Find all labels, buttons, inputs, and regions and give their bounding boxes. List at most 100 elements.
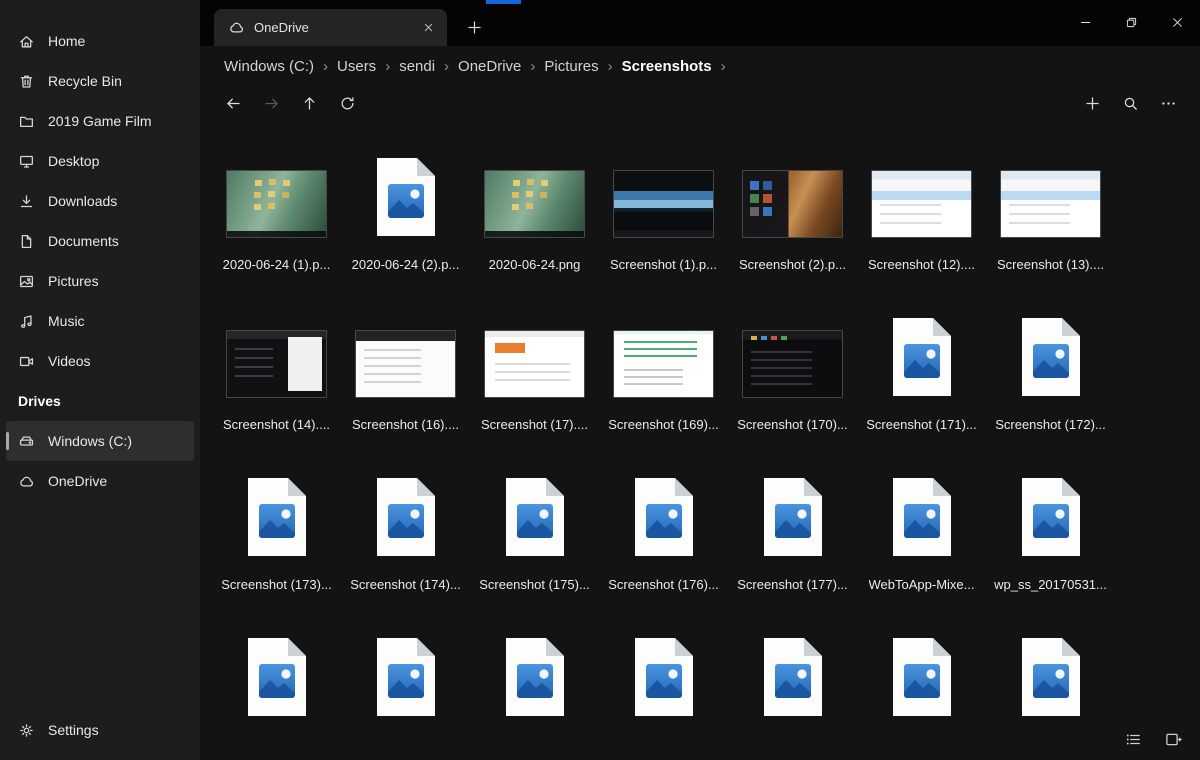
- image-file-icon: [763, 478, 822, 556]
- file-item[interactable]: Screenshot (176)...: [599, 470, 728, 630]
- file-item[interactable]: 2020-06-24.png: [470, 150, 599, 310]
- file-thumbnail-area: [1019, 470, 1083, 558]
- picture-icon: [18, 273, 35, 290]
- file-item[interactable]: 2020-06-24 (2).p...: [341, 150, 470, 310]
- add-button[interactable]: [1078, 89, 1106, 117]
- file-item[interactable]: [599, 630, 728, 760]
- file-name: Screenshot (14)....: [223, 417, 330, 432]
- sidebar-item-windows-c[interactable]: Windows (C:): [6, 421, 194, 461]
- up-button[interactable]: [295, 89, 323, 117]
- file-item[interactable]: Screenshot (174)...: [341, 470, 470, 630]
- sidebar-item-downloads[interactable]: Downloads: [6, 181, 194, 221]
- file-name: 2020-06-24 (2).p...: [351, 257, 460, 272]
- file-item[interactable]: Screenshot (13)....: [986, 150, 1115, 310]
- file-item[interactable]: Screenshot (1).p...: [599, 150, 728, 310]
- file-item[interactable]: WebToApp-Mixe...: [857, 470, 986, 630]
- sidebar-item-desktop[interactable]: Desktop: [6, 141, 194, 181]
- file-thumbnail-area: [355, 310, 456, 398]
- file-item[interactable]: Screenshot (17)....: [470, 310, 599, 470]
- minimize-button[interactable]: [1062, 0, 1108, 44]
- file-item[interactable]: Screenshot (16)....: [341, 310, 470, 470]
- file-item[interactable]: 2020-06-24 (1).p...: [212, 150, 341, 310]
- file-name: Screenshot (1).p...: [610, 257, 717, 272]
- file-item[interactable]: Screenshot (177)...: [728, 470, 857, 630]
- file-item[interactable]: [728, 630, 857, 760]
- file-thumbnail-area: [632, 630, 696, 718]
- file-item[interactable]: Screenshot (12)....: [857, 150, 986, 310]
- forward-button[interactable]: [257, 89, 285, 117]
- breadcrumb-chevron-icon[interactable]: ›: [721, 58, 726, 75]
- sidebar-item-label: Documents: [48, 233, 119, 249]
- file-item[interactable]: Screenshot (170)...: [728, 310, 857, 470]
- breadcrumb-chevron-icon[interactable]: ›: [530, 58, 535, 75]
- image-file-icon: [376, 158, 435, 236]
- sidebar-item-recycle-bin[interactable]: Recycle Bin: [6, 61, 194, 101]
- sidebar-item-label: Downloads: [48, 193, 118, 209]
- file-item[interactable]: Screenshot (172)...: [986, 310, 1115, 470]
- file-item[interactable]: [341, 630, 470, 760]
- file-item[interactable]: Screenshot (173)...: [212, 470, 341, 630]
- breadcrumb-chevron-icon[interactable]: ›: [444, 58, 449, 75]
- breadcrumb-segment-screenshots[interactable]: Screenshots: [617, 55, 717, 78]
- sidebar-item-onedrive[interactable]: OneDrive: [6, 461, 194, 501]
- close-button[interactable]: [1154, 0, 1200, 44]
- preview-pane-icon[interactable]: [1160, 726, 1186, 752]
- breadcrumb-chevron-icon[interactable]: ›: [385, 58, 390, 75]
- file-item[interactable]: Screenshot (171)...: [857, 310, 986, 470]
- file-item[interactable]: [857, 630, 986, 760]
- folder-icon: [18, 113, 35, 130]
- sidebar-item-videos[interactable]: Videos: [6, 341, 194, 381]
- sidebar-item-settings[interactable]: Settings: [6, 710, 194, 750]
- breadcrumb-chevron-icon[interactable]: ›: [608, 58, 613, 75]
- file-thumbnail-area: [632, 470, 696, 558]
- more-button[interactable]: [1154, 89, 1182, 117]
- details-view-icon[interactable]: [1120, 726, 1146, 752]
- file-grid: 2020-06-24 (1).p... 2020-06-24 (2).p... …: [200, 124, 1200, 760]
- files-app-window: Home Recycle Bin 2019 Game Film Desktop …: [0, 0, 1200, 760]
- file-thumbnail-area: [1019, 310, 1083, 398]
- file-name: 2020-06-24.png: [488, 257, 581, 272]
- screenshot-thumbnail: [613, 330, 714, 398]
- sidebar-item-home[interactable]: Home: [6, 21, 194, 61]
- file-item[interactable]: [986, 630, 1115, 760]
- breadcrumb-segment-windows-c[interactable]: Windows (C:): [219, 55, 319, 78]
- file-item[interactable]: [470, 630, 599, 760]
- sidebar-nav: Home Recycle Bin 2019 Game Film Desktop …: [0, 21, 200, 381]
- breadcrumb-segment-pictures[interactable]: Pictures: [539, 55, 603, 78]
- breadcrumb-segment-sendi[interactable]: sendi: [394, 55, 440, 78]
- window-controls: [1062, 0, 1200, 44]
- file-thumbnail-area: [890, 630, 954, 718]
- file-name: Screenshot (170)...: [737, 417, 848, 432]
- navigation-buttons: [219, 89, 361, 117]
- search-button[interactable]: [1116, 89, 1144, 117]
- file-thumbnail-area: [890, 470, 954, 558]
- file-name: Screenshot (12)....: [868, 257, 975, 272]
- tab-onedrive[interactable]: OneDrive: [214, 9, 447, 46]
- sidebar-item-2019-game-film[interactable]: 2019 Game Film: [6, 101, 194, 141]
- sidebar-item-pictures[interactable]: Pictures: [6, 261, 194, 301]
- refresh-button[interactable]: [333, 89, 361, 117]
- restore-button[interactable]: [1108, 0, 1154, 44]
- file-item[interactable]: Screenshot (169)...: [599, 310, 728, 470]
- back-button[interactable]: [219, 89, 247, 117]
- file-item[interactable]: Screenshot (2).p...: [728, 150, 857, 310]
- breadcrumb-segment-onedrive[interactable]: OneDrive: [453, 55, 526, 78]
- file-name: Screenshot (172)...: [995, 417, 1106, 432]
- file-item[interactable]: Screenshot (175)...: [470, 470, 599, 630]
- breadcrumb-segment-users[interactable]: Users: [332, 55, 381, 78]
- new-tab-button[interactable]: [459, 14, 489, 40]
- file-thumbnail-area: [374, 630, 438, 718]
- file-item[interactable]: [212, 630, 341, 760]
- sidebar-item-documents[interactable]: Documents: [6, 221, 194, 261]
- tab-close-icon[interactable]: [417, 17, 439, 39]
- breadcrumb-chevron-icon[interactable]: ›: [323, 58, 328, 75]
- file-name: Screenshot (177)...: [737, 577, 848, 592]
- file-item[interactable]: Screenshot (14)....: [212, 310, 341, 470]
- file-thumbnail-area: [761, 470, 825, 558]
- image-file-icon: [505, 638, 564, 716]
- image-file-icon: [892, 478, 951, 556]
- sidebar-item-music[interactable]: Music: [6, 301, 194, 341]
- file-name: 2020-06-24 (1).p...: [222, 257, 331, 272]
- file-item[interactable]: wp_ss_20170531...: [986, 470, 1115, 630]
- tab-bar: OneDrive: [200, 0, 1200, 46]
